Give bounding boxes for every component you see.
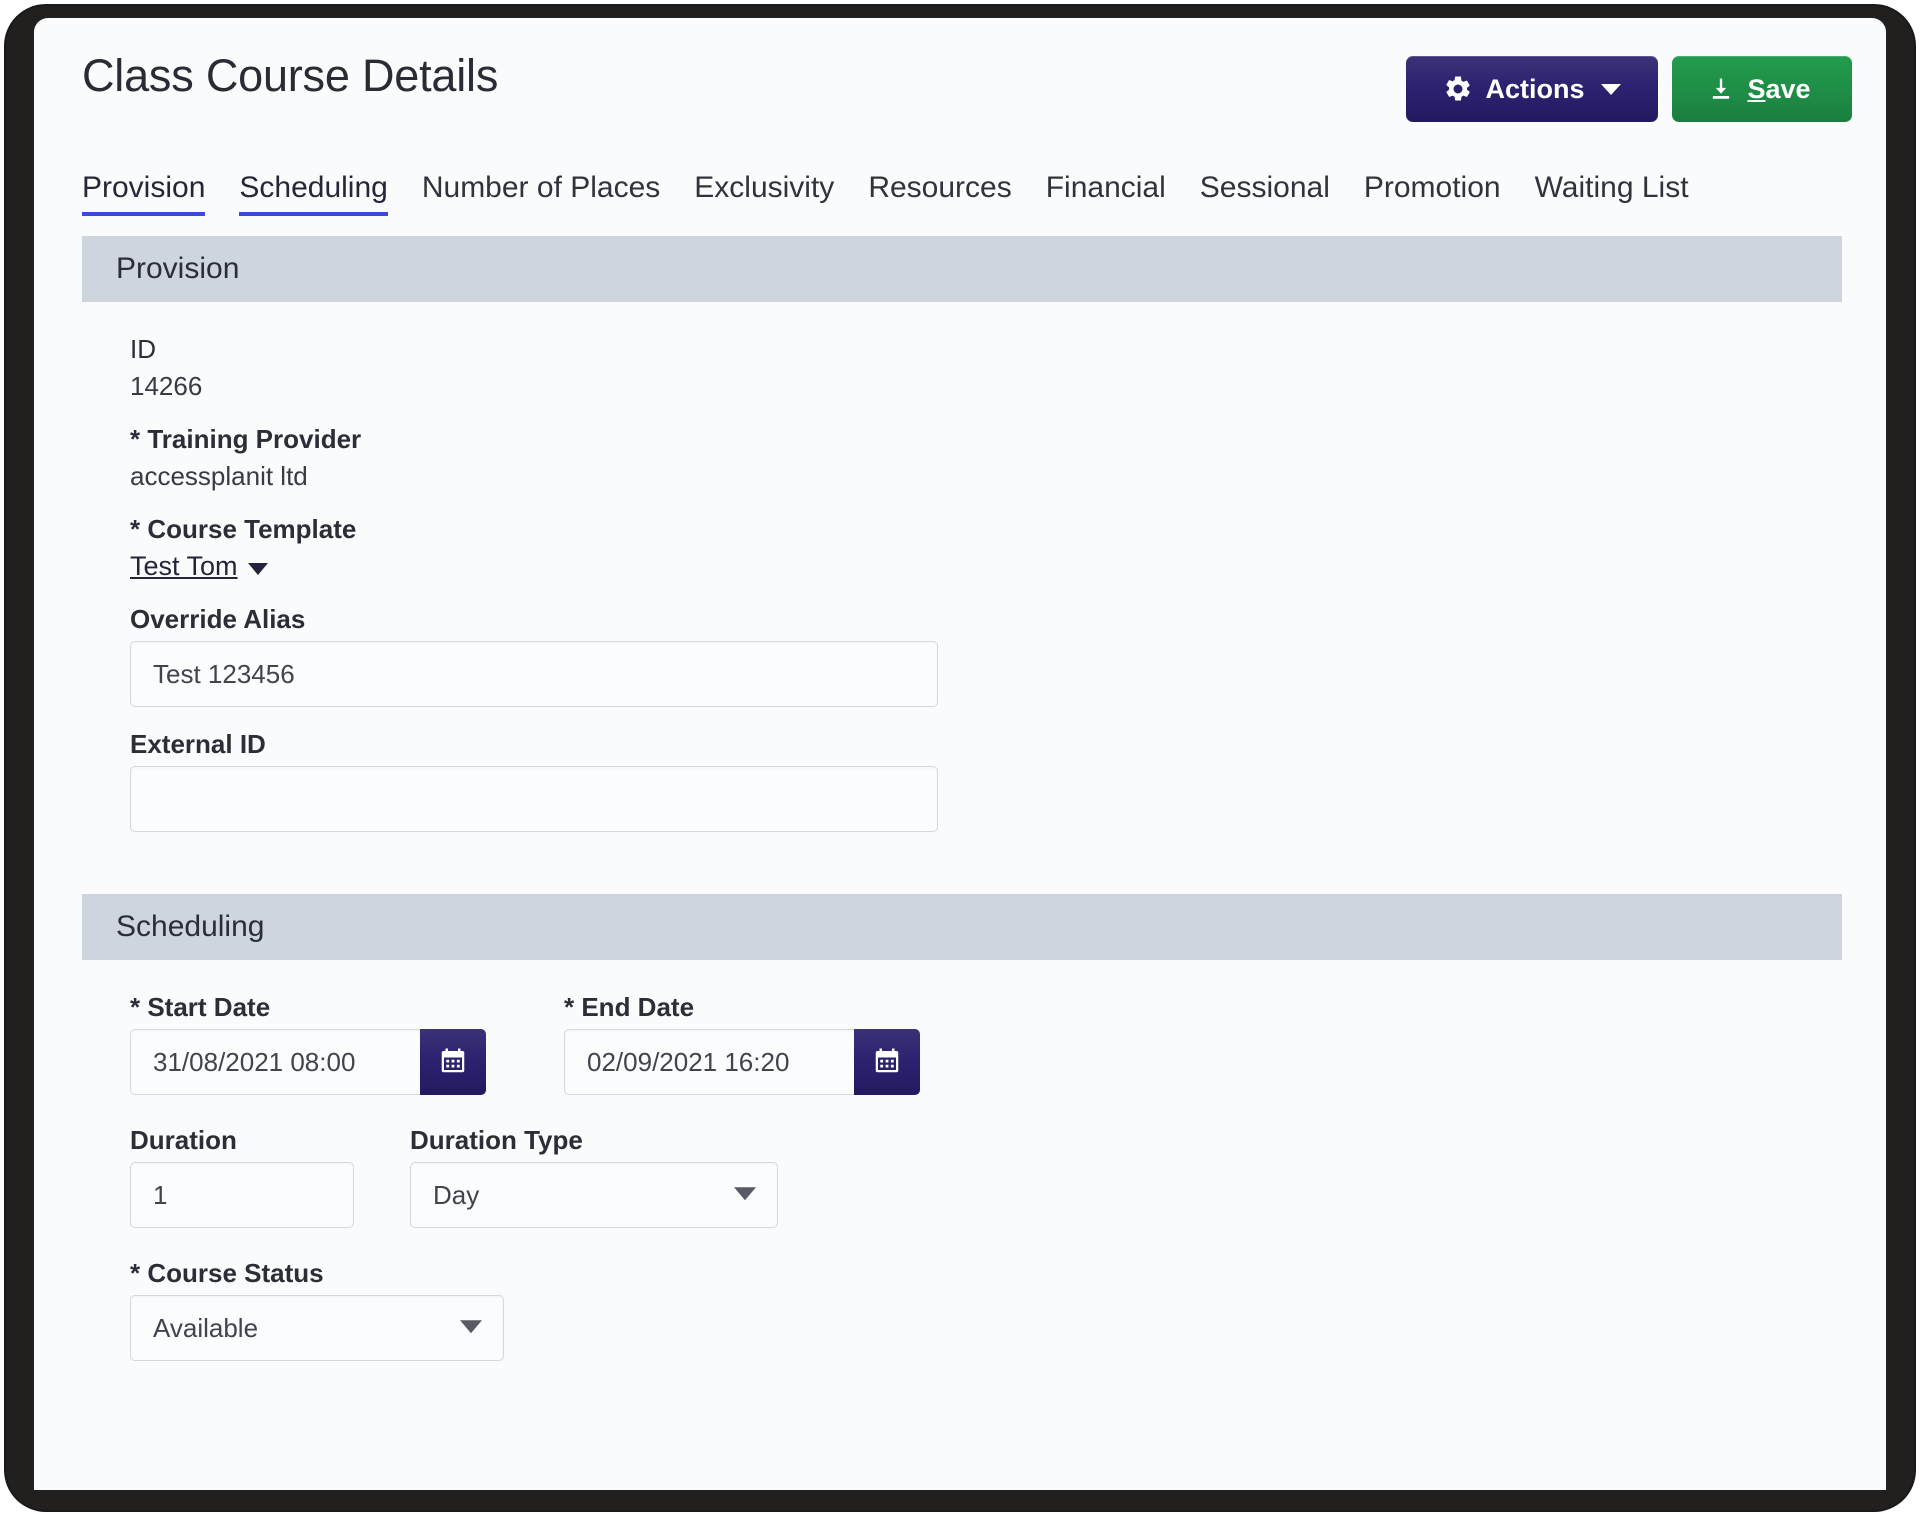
tab-waiting-list[interactable]: Waiting List — [1535, 171, 1689, 216]
duration-type-select-wrapper: Day — [410, 1162, 778, 1228]
tab-sessional[interactable]: Sessional — [1200, 171, 1330, 216]
section-header-scheduling: Scheduling — [82, 894, 1842, 960]
page-header: Class Course Details Actions Save — [34, 18, 1886, 150]
start-date-input[interactable] — [130, 1029, 420, 1095]
tab-resources[interactable]: Resources — [868, 171, 1011, 216]
duration-row: Duration Duration Type Day — [130, 1125, 1838, 1228]
calendar-icon — [872, 1046, 902, 1079]
duration-type-label: Duration Type — [410, 1125, 583, 1155]
actions-button-label: Actions — [1485, 73, 1585, 104]
duration-type-select[interactable]: Day — [410, 1162, 778, 1228]
duration-label: Duration — [130, 1125, 237, 1155]
end-date-input[interactable] — [564, 1029, 854, 1095]
calendar-icon — [438, 1046, 468, 1079]
course-template-value: Test Tom — [130, 551, 238, 581]
tab-scheduling[interactable]: Scheduling — [239, 171, 388, 216]
save-button-label: Save — [1747, 73, 1811, 104]
tab-financial[interactable]: Financial — [1046, 171, 1166, 216]
save-button[interactable]: Save — [1672, 56, 1852, 122]
save-accesskey-letter: S — [1747, 73, 1766, 104]
section-header-provision: Provision — [82, 236, 1842, 302]
date-row: * Start Date 31/08/2021 08:00 * End Date… — [130, 982, 1838, 1095]
end-date-calendar-button[interactable] — [854, 1029, 920, 1095]
duration-type-group: Duration Type Day — [410, 1125, 778, 1228]
tab-promotion[interactable]: Promotion — [1364, 171, 1501, 216]
id-label: ID — [130, 334, 156, 364]
download-icon — [1707, 75, 1735, 103]
external-id-label: External ID — [130, 729, 266, 759]
start-date-wrapper — [130, 1029, 486, 1095]
save-label-rest: ave — [1765, 73, 1811, 104]
tab-bar: Provision Scheduling Number of Places Ex… — [34, 150, 1886, 236]
duration-input[interactable] — [130, 1162, 354, 1228]
duration-group: Duration — [130, 1125, 354, 1228]
training-provider-label: * Training Provider — [130, 424, 362, 454]
external-id-input[interactable] — [130, 766, 938, 832]
course-status-group: * Course Status Available — [130, 1258, 1838, 1361]
start-date-calendar-button[interactable] — [420, 1029, 486, 1095]
chevron-down-icon — [1600, 83, 1621, 95]
start-date-label: * Start Date — [130, 992, 271, 1022]
tab-provision[interactable]: Provision — [82, 171, 206, 216]
gear-icon — [1443, 74, 1473, 104]
page-title: Class Course Details — [82, 50, 499, 101]
course-status-select-wrapper: Available — [130, 1295, 504, 1361]
override-alias-input[interactable] — [130, 641, 938, 707]
end-date-group: * End Date — [564, 982, 920, 1095]
id-value: 14266 — [130, 371, 203, 401]
start-date-group: * Start Date — [130, 982, 486, 1095]
end-date-label: * End Date — [564, 992, 695, 1022]
course-template-label: * Course Template — [130, 514, 357, 544]
chevron-down-icon — [247, 562, 268, 575]
device-frame: Class Course Details Actions Save Provis… — [6, 6, 1914, 1510]
training-provider-value: accessplanit ltd — [130, 461, 308, 491]
section-body-provision: ID 14266 * Training Provider accessplani… — [34, 302, 1886, 894]
section-body-scheduling: * Start Date 31/08/2021 08:00 * End Date… — [34, 960, 1886, 1361]
end-date-wrapper — [564, 1029, 920, 1095]
override-alias-label: Override Alias — [130, 604, 306, 634]
tab-number-of-places[interactable]: Number of Places — [422, 171, 660, 216]
page-container: Class Course Details Actions Save Provis… — [34, 18, 1886, 1490]
course-status-select[interactable]: Available — [130, 1295, 504, 1361]
course-status-label: * Course Status — [130, 1258, 324, 1288]
actions-button[interactable]: Actions — [1406, 56, 1658, 122]
tab-exclusivity[interactable]: Exclusivity — [694, 171, 834, 216]
header-action-buttons: Actions Save — [1406, 56, 1852, 122]
course-template-link[interactable]: Test Tom — [130, 551, 268, 582]
